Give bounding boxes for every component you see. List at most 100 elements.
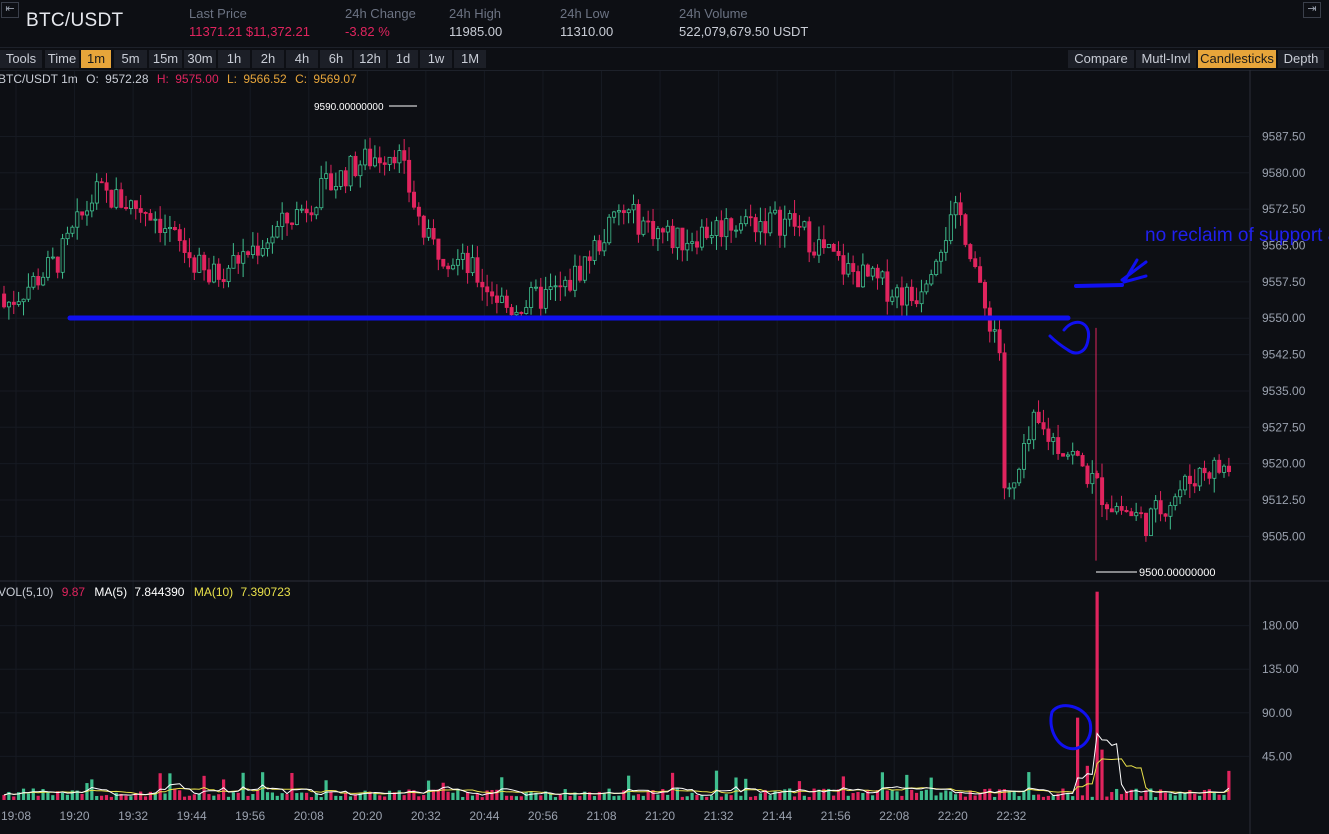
- volume-bar: [954, 794, 958, 800]
- interval-1h-button[interactable]: 1h: [218, 50, 250, 68]
- candle-body: [1104, 504, 1109, 510]
- interval-6h-button[interactable]: 6h: [320, 50, 352, 68]
- multi-interval-button[interactable]: Mutl-Invl: [1136, 50, 1196, 68]
- candle-body: [231, 255, 236, 269]
- candle-body: [382, 162, 387, 165]
- volume-bar: [334, 795, 338, 800]
- volume-bar: [251, 794, 255, 800]
- legend-symbol: BTC/USDT 1m: [0, 72, 78, 86]
- price-volume-chart[interactable]: 9587.509580.009572.509565.009557.509550.…: [0, 70, 1329, 834]
- interval-1d-button[interactable]: 1d: [388, 50, 418, 68]
- candle-body: [1007, 487, 1012, 490]
- time-button[interactable]: Time: [45, 50, 79, 68]
- volume-bar: [163, 793, 167, 800]
- candle-body: [16, 301, 21, 305]
- candle-body: [714, 220, 719, 236]
- time-tick-label: 19:08: [1, 809, 31, 823]
- interval-5m-button[interactable]: 5m: [114, 50, 147, 68]
- candle-body: [280, 212, 285, 227]
- breakdown-circle-drawing: [1048, 320, 1091, 355]
- volume-bar: [856, 792, 860, 800]
- interval-2h-button[interactable]: 2h: [252, 50, 284, 68]
- candle-body: [909, 286, 914, 302]
- stat-value: 11985.00: [449, 24, 503, 39]
- volume-bar: [714, 770, 719, 800]
- volume-tick-label: 90.00: [1262, 706, 1292, 720]
- candlesticks-button[interactable]: Candlesticks: [1198, 50, 1276, 68]
- candle-body: [670, 225, 675, 249]
- volume-bar: [187, 795, 192, 800]
- volume-bar: [1222, 794, 1226, 800]
- candle-body: [363, 148, 368, 166]
- candle-body: [660, 228, 665, 233]
- legend-low: 9566.52: [243, 72, 287, 86]
- candle-body: [133, 200, 138, 209]
- volume-ma5-label: MA(5): [94, 585, 127, 599]
- time-tick-label: 21:32: [704, 809, 734, 823]
- interval-1w-button[interactable]: 1w: [420, 50, 452, 68]
- compare-button[interactable]: Compare: [1068, 50, 1134, 68]
- volume-bar: [378, 795, 382, 800]
- candle-body: [392, 156, 397, 164]
- volume-bar: [885, 790, 889, 800]
- candle-body: [1090, 473, 1095, 485]
- stat-value: 11310.00: [560, 24, 614, 39]
- candle-body: [1173, 496, 1178, 506]
- volume-bar: [1100, 749, 1104, 800]
- time-axis: 19:08 19:20 19:32 19:44 19:56 20:08 20:20 20:32…: [1, 809, 1027, 823]
- candle-body: [499, 295, 504, 303]
- volume-bar: [739, 795, 743, 800]
- candle-body: [80, 211, 85, 216]
- volume-bar: [1046, 795, 1050, 800]
- depth-button[interactable]: Depth: [1278, 50, 1324, 68]
- volume-bar: [236, 792, 240, 800]
- interval-30m-button[interactable]: 30m: [184, 50, 216, 68]
- candle-body: [875, 267, 880, 279]
- volume-bar: [143, 796, 148, 800]
- chart-area[interactable]: 9587.50 9580.00 9572.50 9565.00 9557.50 9550.…: [0, 70, 1329, 834]
- volume-bar: [344, 792, 348, 800]
- candle-body: [1197, 467, 1202, 487]
- candle-body: [1183, 475, 1188, 491]
- candle-body: [856, 271, 861, 288]
- tools-button[interactable]: Tools: [0, 50, 42, 68]
- candle-body: [890, 296, 895, 302]
- volume-bar: [339, 796, 343, 800]
- volume-bar: [402, 795, 406, 800]
- legend-high-label: H:: [157, 72, 169, 86]
- volume-bar: [749, 796, 753, 800]
- volume-bar: [329, 791, 333, 800]
- candle-body: [724, 218, 729, 238]
- candle-body: [821, 239, 826, 249]
- collapse-right-icon[interactable]: ⇥: [1303, 2, 1321, 18]
- candle-body: [202, 254, 207, 271]
- volume-bar: [832, 795, 836, 800]
- trading-pair[interactable]: BTC/USDT: [26, 10, 123, 32]
- interval-12h-button[interactable]: 12h: [354, 50, 386, 68]
- candle-body: [138, 208, 143, 213]
- collapse-left-icon[interactable]: ⇤: [1, 2, 19, 18]
- candle-body: [597, 240, 602, 252]
- volume-bar: [446, 791, 450, 800]
- candle-body: [1226, 465, 1231, 473]
- volume-bar: [758, 793, 762, 800]
- interval-4h-button[interactable]: 4h: [286, 50, 318, 68]
- interval-1M-button[interactable]: 1M: [454, 50, 486, 68]
- volume-bar: [1090, 796, 1094, 800]
- candle-body: [426, 228, 431, 238]
- stat-last-price: Last Price 11371.21 $11,372.21: [189, 6, 310, 39]
- legend-low-label: L:: [227, 72, 237, 86]
- interval-1m-button[interactable]: 1m: [81, 50, 111, 68]
- candle-body: [802, 221, 807, 228]
- volume-bar: [553, 797, 558, 800]
- candle-body: [324, 173, 329, 179]
- volume-bar: [973, 795, 977, 800]
- stat-label: 24h High: [449, 6, 502, 21]
- price-tick-label: 9520.00: [1262, 457, 1306, 471]
- volume-bar: [451, 792, 455, 800]
- volume-bar: [422, 795, 426, 800]
- candle-body: [343, 170, 348, 187]
- interval-15m-button[interactable]: 15m: [149, 50, 182, 68]
- candle-body: [592, 240, 597, 261]
- candle-body: [41, 276, 46, 286]
